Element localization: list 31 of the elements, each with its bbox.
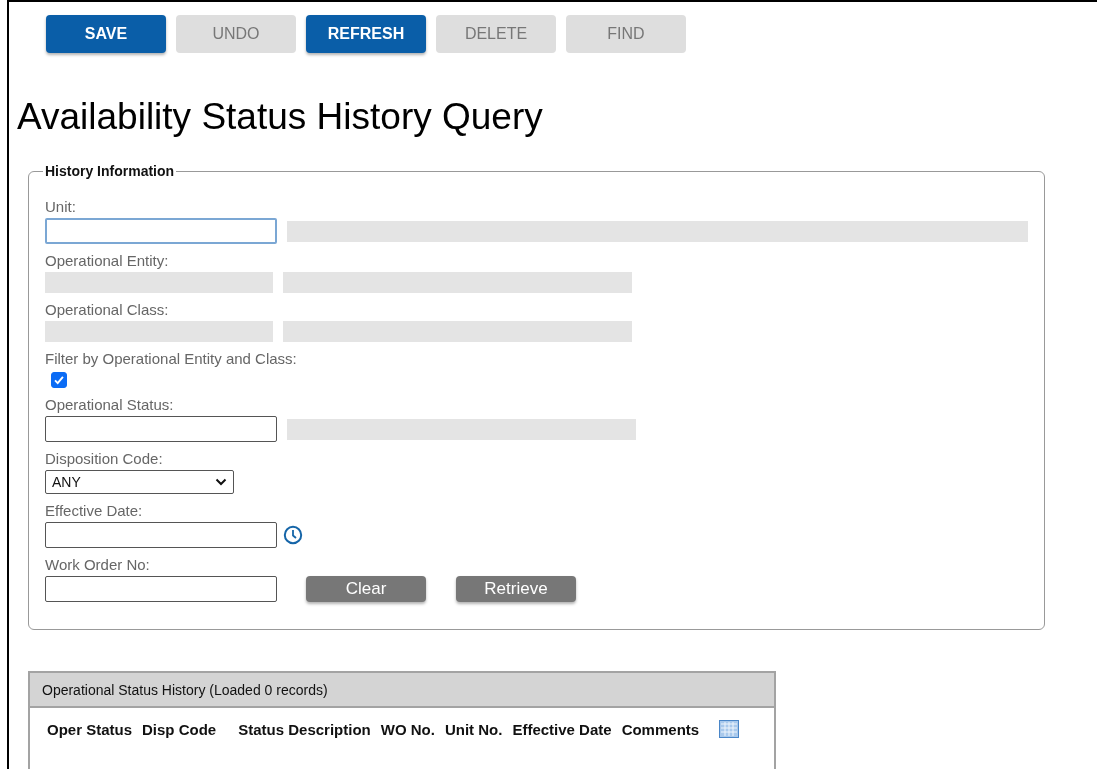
field-label: Filter by Operational Entity and Class: <box>45 349 298 369</box>
column-header[interactable]: WO No. <box>380 720 435 738</box>
column-header[interactable]: Comments <box>621 720 700 738</box>
table-grid-icon[interactable] <box>719 720 740 738</box>
table-title: Operational Status History (Loaded 0 records) <box>42 681 328 698</box>
dropdown[interactable]: ANY <box>45 470 234 494</box>
toolbar-button[interactable]: SAVE <box>46 15 166 53</box>
column-header[interactable]: Status Description <box>238 720 371 738</box>
column-header[interactable]: Disp Code <box>142 720 217 738</box>
clock-icon[interactable] <box>283 525 303 545</box>
input-field[interactable] <box>45 522 277 548</box>
field-label: Effective Date: <box>45 501 144 521</box>
field-label: Unit: <box>45 197 77 217</box>
field-label: Work Order No: <box>45 555 151 575</box>
toolbar-button[interactable]: REFRESH <box>306 15 426 53</box>
checkbox[interactable] <box>51 372 67 388</box>
panel-legend: History Information <box>43 163 177 179</box>
column-header[interactable]: Effective Date <box>512 720 612 738</box>
column-header[interactable]: Oper Status <box>47 720 133 738</box>
field-label: Operational Status: <box>45 395 175 415</box>
page-title: Availability Status History Query <box>17 95 544 139</box>
input-field[interactable] <box>45 218 277 244</box>
action-button[interactable]: Clear <box>306 576 426 602</box>
field-label: Operational Class: <box>45 300 170 320</box>
input-field[interactable] <box>45 416 277 442</box>
action-button[interactable]: Retrieve <box>456 576 576 602</box>
input-field[interactable] <box>45 576 277 602</box>
chevron-down-icon <box>215 478 227 486</box>
field-label: Operational Entity: <box>45 251 170 271</box>
field-label: Disposition Code: <box>45 449 164 469</box>
column-header[interactable]: Unit No. <box>444 720 503 738</box>
